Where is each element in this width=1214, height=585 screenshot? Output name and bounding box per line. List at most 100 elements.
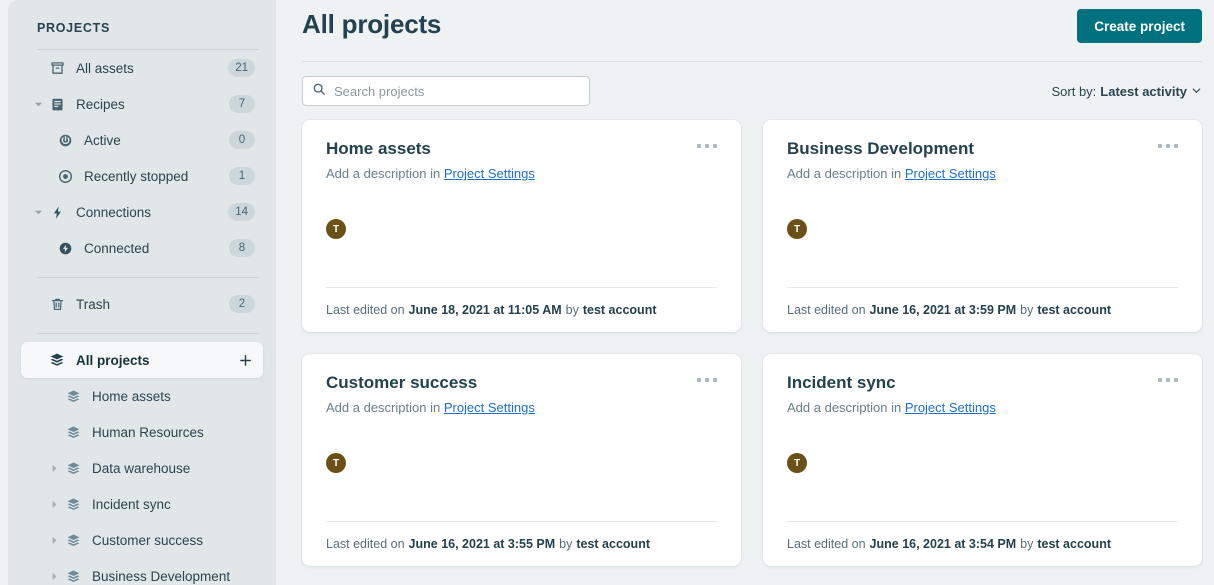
sidebar-assets-group: All assets 21 [21, 50, 263, 266]
project-settings-link[interactable]: Project Settings [444, 166, 535, 181]
avatar: T [787, 453, 807, 473]
sidebar-item-all-projects[interactable]: All projects [21, 342, 263, 378]
avatar: T [787, 219, 807, 239]
last-edited-user: test account [576, 537, 650, 551]
search-icon [312, 82, 326, 101]
main-content: All projects Create project Sort by: Lat… [276, 0, 1214, 585]
create-project-button[interactable]: Create project [1077, 9, 1202, 43]
sidebar-project-label: Customer success [92, 533, 255, 548]
sidebar-item-recipes[interactable]: Recipes 7 [21, 86, 263, 122]
sidebar-item-active[interactable]: Active 0 [21, 122, 263, 158]
sort-by-value: Latest activity [1100, 84, 1187, 99]
project-card[interactable]: Customer success Add a description in Pr… [302, 354, 741, 566]
card-spacer [326, 239, 719, 287]
chevron-right-icon[interactable] [47, 464, 61, 473]
chevron-right-icon[interactable] [47, 572, 61, 581]
project-settings-link[interactable]: Project Settings [905, 400, 996, 415]
search-box[interactable] [302, 76, 590, 106]
last-edited-date: June 18, 2021 at 11:05 AM [409, 303, 562, 317]
chevron-right-icon[interactable] [47, 500, 61, 509]
trash-icon [47, 297, 67, 312]
chevron-down-icon[interactable] [31, 100, 45, 109]
last-edited-date: June 16, 2021 at 3:55 PM [409, 537, 556, 551]
kebab-menu-icon[interactable] [1156, 372, 1180, 388]
last-edited-date: June 16, 2021 at 3:54 PM [870, 537, 1017, 551]
layers-icon [63, 569, 83, 584]
kebab-menu-icon[interactable] [1156, 138, 1180, 154]
kebab-menu-icon[interactable] [695, 372, 719, 388]
project-card[interactable]: Home assets Add a description in Project… [302, 120, 741, 332]
card-header: Incident sync [787, 372, 1180, 394]
sidebar-item-label: Connections [76, 205, 222, 220]
project-card-title: Business Development [787, 138, 974, 160]
sidebar-item-trash[interactable]: Trash 2 [21, 286, 263, 322]
sort-by-dropdown[interactable]: Sort by: Latest activity [1052, 84, 1203, 99]
sidebar-item-label: All assets [76, 61, 222, 76]
sidebar-item-label: Recently stopped [84, 169, 223, 184]
by-label: by [559, 537, 572, 551]
sidebar-project-human-resources[interactable]: Human Resources [21, 414, 263, 450]
chevron-down-icon[interactable] [31, 208, 45, 217]
sidebar-project-label: Data warehouse [92, 461, 255, 476]
sidebar-count-badge: 7 [229, 95, 255, 113]
chevron-down-icon[interactable] [1191, 84, 1202, 99]
sidebar-item-label: Trash [76, 297, 223, 312]
sidebar-count-badge: 8 [229, 239, 255, 257]
project-card-title: Incident sync [787, 372, 896, 394]
project-card[interactable]: Business Development Add a description i… [763, 120, 1202, 332]
sidebar-item-connected[interactable]: Connected 8 [21, 230, 263, 266]
sidebar-project-home-assets[interactable]: Home assets [21, 378, 263, 414]
by-label: by [1020, 537, 1033, 551]
sidebar-item-all-assets[interactable]: All assets 21 [21, 50, 263, 86]
chevron-right-icon[interactable] [47, 536, 61, 545]
sidebar-title: PROJECTS [21, 0, 263, 35]
project-card-title: Customer success [326, 372, 477, 394]
avatar: T [326, 219, 346, 239]
last-edited-user: test account [583, 303, 657, 317]
sidebar-project-incident-sync[interactable]: Incident sync [21, 486, 263, 522]
sidebar-count-badge: 14 [228, 203, 255, 221]
layers-icon [63, 497, 83, 512]
recipe-doc-icon [47, 97, 67, 112]
sidebar-project-customer-success[interactable]: Customer success [21, 522, 263, 558]
plus-icon[interactable] [235, 350, 255, 370]
project-card-footer: Last edited on June 16, 2021 at 3:54 PM … [787, 522, 1180, 566]
card-header: Business Development [787, 138, 1180, 160]
project-settings-link[interactable]: Project Settings [905, 166, 996, 181]
connected-bolt-icon [55, 241, 75, 256]
layers-icon [63, 425, 83, 440]
description-prefix: Add a description in [326, 400, 440, 415]
archive-box-icon [47, 61, 67, 76]
sidebar-project-data-warehouse[interactable]: Data warehouse [21, 450, 263, 486]
sidebar-item-label: Recipes [76, 97, 223, 112]
by-label: by [566, 303, 579, 317]
last-edited-prefix: Last edited on [787, 537, 866, 551]
sidebar-project-list: Home assets Human Resources [21, 378, 263, 585]
toolbar: Sort by: Latest activity [302, 62, 1202, 120]
project-card-footer: Last edited on June 16, 2021 at 3:55 PM … [326, 522, 719, 566]
project-card-description: Add a description in Project Settings [326, 400, 719, 415]
project-card-grid: Home assets Add a description in Project… [302, 120, 1202, 566]
search-input[interactable] [334, 84, 580, 99]
card-header: Home assets [326, 138, 719, 160]
page-title: All projects [302, 5, 441, 43]
card-header: Customer success [326, 372, 719, 394]
project-card-description: Add a description in Project Settings [787, 400, 1180, 415]
card-spacer [326, 473, 719, 521]
sidebar-item-label: Connected [84, 241, 223, 256]
project-card-footer: Last edited on June 18, 2021 at 11:05 AM… [326, 288, 719, 332]
sidebar-project-business-development[interactable]: Business Development [21, 558, 263, 585]
description-prefix: Add a description in [787, 166, 901, 181]
layers-icon [63, 389, 83, 404]
layers-icon [47, 352, 67, 368]
sidebar-count-badge: 2 [229, 295, 255, 313]
sidebar-item-connections[interactable]: Connections 14 [21, 194, 263, 230]
sidebar-project-label: Human Resources [92, 425, 255, 440]
kebab-menu-icon[interactable] [695, 138, 719, 154]
last-edited-user: test account [1037, 537, 1111, 551]
project-settings-link[interactable]: Project Settings [444, 400, 535, 415]
sidebar-item-recently-stopped[interactable]: Recently stopped 1 [21, 158, 263, 194]
sidebar-count-badge: 0 [229, 131, 255, 149]
sidebar-project-label: Incident sync [92, 497, 255, 512]
project-card[interactable]: Incident sync Add a description in Proje… [763, 354, 1202, 566]
